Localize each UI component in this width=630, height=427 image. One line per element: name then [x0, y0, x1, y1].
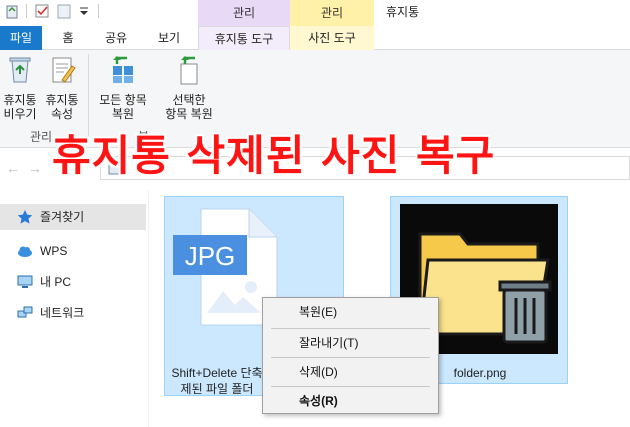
- menu-item-delete[interactable]: 삭제(D): [263, 360, 438, 384]
- menu-item-restore[interactable]: 복원(E): [263, 300, 438, 324]
- nav-item-this-pc[interactable]: 내 PC: [0, 269, 146, 295]
- context-header-manage-recycle: 관리: [198, 0, 290, 26]
- restore-all-items-button[interactable]: 모든 항목 복원: [92, 54, 154, 121]
- restore-all-icon: [113, 56, 133, 83]
- nav-label-wps: WPS: [40, 244, 68, 258]
- empty-recycle-label-2: 비우기: [3, 107, 37, 121]
- nav-label-this-pc: 내 PC: [40, 275, 72, 289]
- tab-share[interactable]: 공유: [94, 26, 138, 50]
- context-header-manage-picture: 관리: [290, 0, 374, 26]
- restore-selected-label-2: 항목 복원: [165, 107, 213, 121]
- recycle-props-label-1: 휴지통: [45, 93, 79, 107]
- restore-selected-icon: [180, 56, 198, 85]
- recycle-props-label-2: 속성: [50, 107, 74, 121]
- menu-separator: [271, 386, 430, 387]
- restore-selected-items-button[interactable]: 선택한 항목 복원: [160, 54, 218, 121]
- pane-divider: [148, 190, 149, 427]
- context-menu: 복원(E) 잘라내기(T) 삭제(D) 속성(R): [262, 297, 439, 414]
- toolbar-separator: [98, 4, 99, 18]
- jpg-badge-text: JPG: [185, 241, 236, 271]
- network-icon: [17, 306, 33, 318]
- new-folder-icon[interactable]: [56, 3, 72, 19]
- tab-picture-tools[interactable]: 사진 도구: [290, 26, 374, 50]
- tab-file[interactable]: 파일: [0, 26, 42, 50]
- recycle-bin-small-icon[interactable]: [4, 3, 20, 19]
- nav-label-favorites: 즐겨찾기: [40, 210, 85, 224]
- restore-all-label-2: 복원: [111, 107, 135, 121]
- window-title: 휴지통: [386, 5, 420, 19]
- empty-recycle-label-1: 휴지통: [3, 93, 37, 107]
- recycle-bin-properties-button[interactable]: 휴지통 속성: [42, 54, 82, 121]
- computer-icon: [17, 275, 33, 288]
- restore-selected-label-1: 선택한: [172, 93, 206, 107]
- menu-item-cut[interactable]: 잘라내기(T): [263, 331, 438, 355]
- menu-item-properties[interactable]: 속성(R): [263, 389, 438, 413]
- restore-all-label-1: 모든 항목: [99, 93, 147, 107]
- tab-recycle-bin-tools[interactable]: 휴지통 도구: [198, 26, 290, 51]
- cloud-icon: [18, 246, 32, 257]
- tab-home[interactable]: 홈: [48, 26, 88, 50]
- properties-check-icon[interactable]: [34, 3, 50, 19]
- nav-item-network[interactable]: 네트워크: [0, 300, 146, 326]
- overlay-banner-title: 휴지통 삭제된 사진 복구: [52, 131, 496, 180]
- menu-separator: [271, 328, 430, 329]
- properties-icon: [52, 57, 76, 83]
- back-arrow-icon[interactable]: ←: [6, 160, 20, 176]
- navigation-pane: 즐겨찾기 WPS 내 PC 네트워크: [0, 190, 148, 427]
- nav-label-network: 네트워크: [40, 306, 85, 320]
- tab-view[interactable]: 보기: [144, 26, 194, 50]
- forward-arrow-icon[interactable]: →: [28, 160, 42, 176]
- empty-recycle-bin-button[interactable]: 휴지통 비우기: [0, 54, 40, 121]
- toolbar-separator: [26, 4, 27, 18]
- customize-dropdown-icon[interactable]: [76, 3, 92, 19]
- nav-item-favorites[interactable]: 즐겨찾기: [0, 204, 146, 230]
- file-name-jpg-line1: Shift+Delete 단축: [171, 366, 263, 380]
- menu-separator: [271, 357, 430, 358]
- group-label-manage: 관리: [30, 130, 53, 144]
- file-name-jpg: Shift+Delete 단축 제된 파일 폴더: [169, 365, 265, 397]
- file-name-jpg-line2: 제된 파일 폴더: [180, 382, 254, 396]
- ribbon-tab-bar: 파일 홈 공유 보기 휴지통 도구 사진 도구: [0, 26, 630, 51]
- nav-item-wps[interactable]: WPS: [0, 238, 146, 264]
- star-icon: [17, 210, 33, 224]
- empty-recycle-bin-icon: [9, 57, 31, 83]
